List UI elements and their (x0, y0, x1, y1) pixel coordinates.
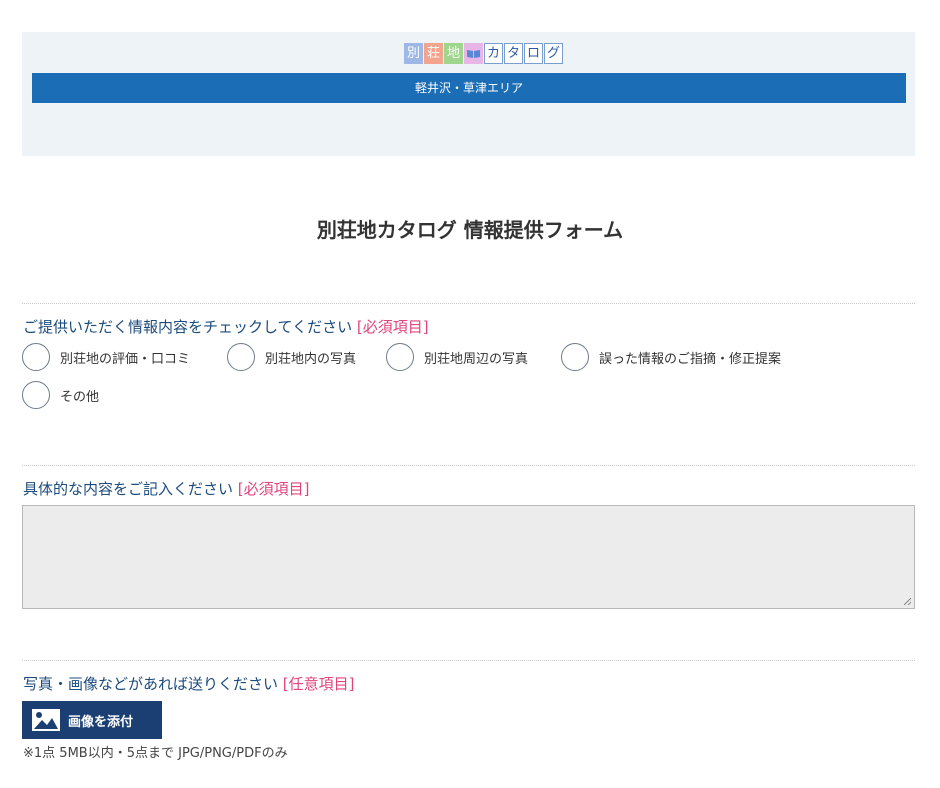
question-text: 具体的な内容をご記入ください (23, 480, 234, 498)
option-label: 別荘地の評価・口コミ (60, 351, 191, 367)
book-icon (464, 43, 483, 64)
option-correction[interactable]: 誤った情報のご指摘・修正提案 (561, 342, 781, 372)
checkbox[interactable] (561, 343, 589, 371)
logo-char: カ (484, 43, 503, 64)
checkbox[interactable] (22, 343, 50, 371)
details-textarea[interactable] (22, 505, 915, 609)
attach-label: 画像を添付 (68, 714, 134, 730)
required-badge: [必須項目] (237, 480, 310, 498)
area-banner: 軽井沢・草津エリア (32, 73, 906, 103)
question-text: 写真・画像などがあれば送りください (23, 675, 279, 693)
question-label-details: 具体的な内容をご記入ください [必須項目] (23, 478, 310, 499)
option-label: 別荘地内の写真 (265, 351, 357, 367)
option-surrounding-photos[interactable]: 別荘地周辺の写真 (386, 342, 528, 372)
resize-handle[interactable] (904, 598, 911, 605)
option-other[interactable]: その他 (22, 380, 99, 410)
upload-note: ※1点 5MB以内・5点まで JPG/PNG/PDFのみ (23, 746, 288, 761)
optional-badge: [任意項目] (282, 675, 355, 693)
checkbox[interactable] (386, 343, 414, 371)
attach-image-button[interactable]: 画像を添付 (22, 701, 162, 739)
image-icon (32, 709, 60, 731)
question-label-photos: 写真・画像などがあれば送りください [任意項目] (23, 673, 355, 694)
question-label-content-type: ご提供いただく情報内容をチェックしてください [必須項目] (23, 316, 429, 337)
divider (22, 465, 915, 466)
logo-char: 地 (444, 43, 463, 64)
logo-char: ロ (524, 43, 543, 64)
logo-char: 荘 (424, 43, 443, 64)
option-review[interactable]: 別荘地の評価・口コミ (22, 342, 190, 372)
logo-char: タ (504, 43, 523, 64)
site-logo[interactable]: 別 荘 地 カ タ ロ グ (404, 43, 564, 65)
checkbox[interactable] (22, 381, 50, 409)
page-title: 別荘地カタログ 情報提供フォーム (316, 218, 624, 242)
logo-char: グ (544, 43, 563, 64)
question-text: ご提供いただく情報内容をチェックしてください (23, 318, 353, 336)
logo-char: 別 (404, 43, 423, 64)
divider (22, 303, 915, 304)
divider (22, 660, 915, 661)
site-header: 別 荘 地 カ タ ロ グ 軽井沢・草津エリア (22, 32, 915, 156)
option-label: 別荘地周辺の写真 (424, 351, 529, 367)
option-label: 誤った情報のご指摘・修正提案 (599, 351, 782, 367)
required-badge: [必須項目] (356, 318, 429, 336)
checkbox[interactable] (227, 343, 255, 371)
option-label: その他 (60, 389, 100, 405)
option-inner-photos[interactable]: 別荘地内の写真 (227, 342, 356, 372)
